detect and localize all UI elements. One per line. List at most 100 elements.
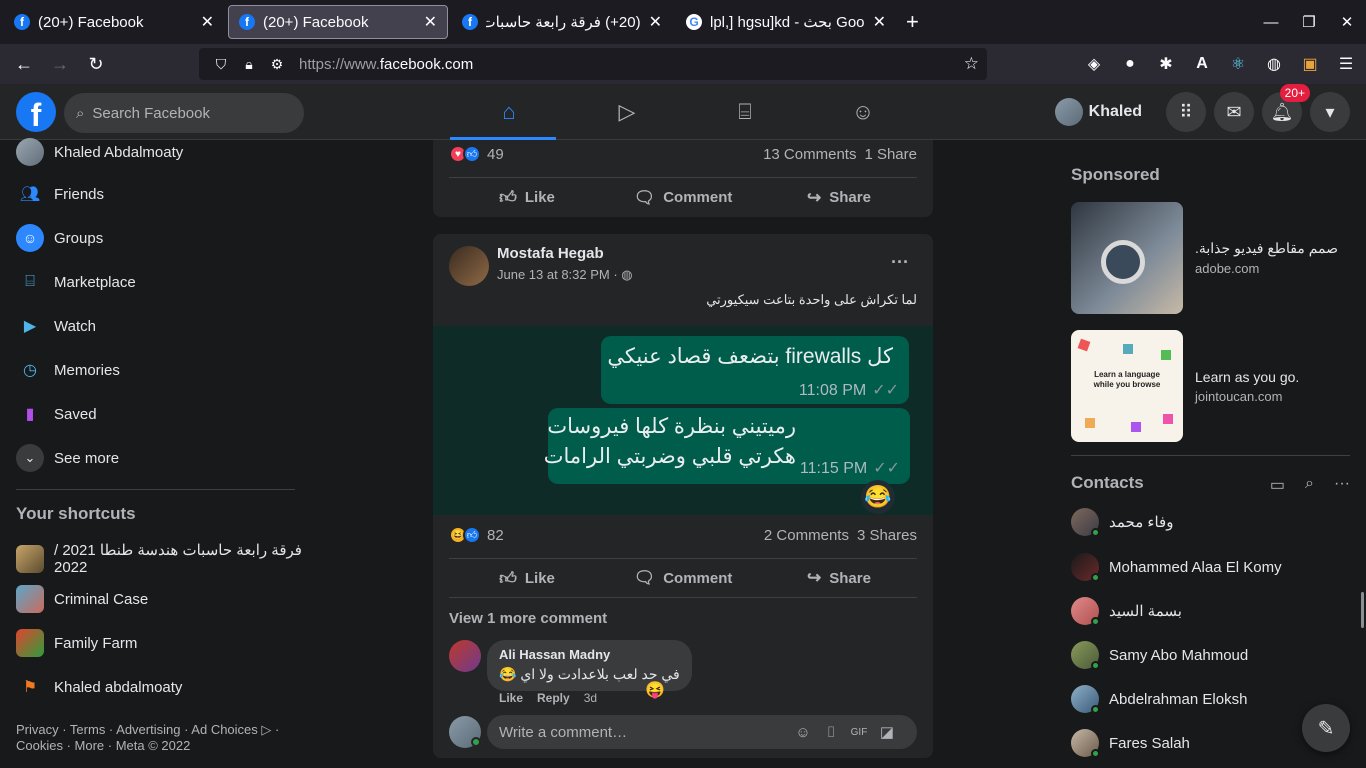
sidebar-item-memories[interactable]: ◷ Memories bbox=[16, 356, 120, 384]
permissions-icon[interactable]: ⚙ bbox=[265, 56, 289, 73]
shortcut-item[interactable]: Family Farm bbox=[16, 629, 137, 657]
reactions-count[interactable]: 82 bbox=[487, 527, 504, 544]
close-icon[interactable]: ✕ bbox=[424, 12, 437, 32]
nav-home[interactable]: ⌂ bbox=[450, 84, 568, 140]
reaction-icons[interactable]: ♥ 👍︎ bbox=[449, 145, 481, 163]
reactions-count[interactable]: 49 bbox=[487, 146, 504, 163]
comment-button[interactable]: 🗨︎ Comment bbox=[605, 559, 761, 597]
sidebar-item-watch[interactable]: ▶ Watch bbox=[16, 312, 96, 340]
gif-icon[interactable]: GIF bbox=[845, 727, 873, 738]
sidebar-item-friends[interactable]: 👥︎ Friends bbox=[16, 180, 104, 208]
comment-box[interactable]: ☺ ⌷ GIF ◪ bbox=[487, 715, 917, 749]
more-options-icon[interactable]: ··· bbox=[891, 252, 909, 273]
reaction-icons[interactable]: 😆 👍︎ bbox=[449, 526, 481, 544]
comment-reaction-icon[interactable]: 😝 bbox=[645, 680, 665, 700]
font-extension-icon[interactable]: A bbox=[1184, 55, 1220, 73]
menu-icon[interactable]: ☰ bbox=[1328, 54, 1364, 74]
maximize-icon[interactable]: ❐ bbox=[1290, 13, 1328, 31]
forward-icon[interactable]: → bbox=[42, 54, 78, 75]
post-actions: 👍︎ Like 🗨︎ Comment ↪ Share bbox=[449, 177, 917, 217]
more-options-icon[interactable]: ··· bbox=[1334, 475, 1350, 495]
new-message-button[interactable]: ✎ bbox=[1302, 704, 1350, 752]
emoji-icon[interactable]: ☺ bbox=[789, 724, 817, 741]
account-icon[interactable]: ● bbox=[1112, 55, 1148, 73]
post-author[interactable]: Mostafa Hegab bbox=[497, 245, 604, 262]
comment-button[interactable]: 🗨︎ Comment bbox=[605, 178, 761, 217]
browser-tab[interactable]: f (20+) فرقة رابعة حاسبات ✕ bbox=[452, 5, 672, 39]
shares-count[interactable]: 3 Shares bbox=[857, 527, 917, 544]
close-icon[interactable]: ✕ bbox=[201, 12, 214, 32]
shortcut-item[interactable]: فرقة رابعة حاسبات هندسة طنطا 2021 / 2022 bbox=[16, 541, 310, 576]
comment-reply-button[interactable]: Reply bbox=[537, 691, 570, 705]
account-button[interactable]: ▾ bbox=[1310, 92, 1350, 132]
new-tab-button[interactable]: + bbox=[906, 9, 919, 35]
browser-tab[interactable]: G lpl,] hgsu]kd - بحث Google ✕ bbox=[676, 5, 896, 39]
like-button[interactable]: 👍︎ Like bbox=[449, 559, 605, 597]
minimize-icon[interactable]: — bbox=[1252, 14, 1290, 31]
like-button[interactable]: 👍︎ Like bbox=[449, 178, 605, 217]
sidebar-item-marketplace[interactable]: ⌸ Marketplace bbox=[16, 268, 136, 296]
color-extension-icon[interactable]: ▣ bbox=[1292, 54, 1328, 74]
post-time[interactable]: June 13 at 8:32 PM · ◍ bbox=[497, 267, 633, 283]
author-avatar[interactable] bbox=[449, 246, 489, 286]
bookmark-star-icon[interactable]: ☆ bbox=[964, 54, 979, 74]
footer-links[interactable]: Privacy · Terms · Advertising · Ad Choic… bbox=[16, 722, 306, 754]
shortcut-item[interactable]: ⚑ Khaled abdalmoaty bbox=[16, 673, 183, 701]
contact-item[interactable]: Abdelrahman Eloksh bbox=[1071, 685, 1247, 714]
globe-icon[interactable]: ◍ bbox=[1256, 54, 1292, 74]
url-bar[interactable]: ⛉ 🔒︎ ⚙ https://www.facebook.com ☆ bbox=[199, 48, 987, 80]
camera-icon[interactable]: ⌷ bbox=[817, 724, 845, 741]
ad-item[interactable]: صمم مقاطع فيديو جذابة. adobe.com bbox=[1071, 202, 1351, 314]
comments-count[interactable]: 2 Comments bbox=[764, 527, 849, 544]
sidebar-item-profile[interactable]: Khaled Abdalmoaty bbox=[16, 138, 183, 166]
contact-item[interactable]: بسمة السيد bbox=[1071, 597, 1182, 626]
nav-groups[interactable]: ☺ bbox=[804, 84, 922, 140]
shortcut-item[interactable]: Criminal Case bbox=[16, 585, 148, 613]
nav-marketplace[interactable]: ⌸ bbox=[686, 84, 804, 140]
close-icon[interactable]: ✕ bbox=[649, 12, 662, 32]
comments-count[interactable]: 13 Comments bbox=[763, 146, 856, 163]
profile-chip[interactable]: Khaled bbox=[1054, 98, 1142, 126]
lock-icon[interactable]: 🔒︎ bbox=[237, 56, 261, 73]
comment-like-button[interactable]: Like bbox=[499, 691, 523, 705]
contact-item[interactable]: Mohammed Alaa El Komy bbox=[1071, 553, 1282, 582]
browser-tab[interactable]: f (20+) Facebook ✕ bbox=[4, 5, 224, 39]
shield-icon[interactable]: ⛉ bbox=[209, 56, 233, 73]
menu-button[interactable]: ⠿ bbox=[1166, 92, 1206, 132]
extension-icon[interactable]: ✱ bbox=[1148, 54, 1184, 74]
video-call-icon[interactable]: ▭ bbox=[1270, 475, 1285, 495]
commenter-avatar[interactable] bbox=[449, 640, 481, 672]
sidebar-see-more[interactable]: ⌄ See more bbox=[16, 444, 119, 472]
react-devtools-icon[interactable]: ⚛ bbox=[1220, 54, 1256, 74]
pocket-icon[interactable]: ◈ bbox=[1076, 54, 1112, 74]
friends-icon: 👥︎ bbox=[19, 186, 41, 203]
close-icon[interactable]: ✕ bbox=[873, 12, 886, 32]
contact-item[interactable]: Samy Abo Mahmoud bbox=[1071, 641, 1248, 670]
comment-author[interactable]: Ali Hassan Madny bbox=[499, 647, 680, 662]
messenger-button[interactable]: ✉ bbox=[1214, 92, 1254, 132]
close-window-icon[interactable]: ✕ bbox=[1328, 13, 1366, 31]
share-button[interactable]: ↪ Share bbox=[761, 559, 917, 597]
nav-watch[interactable]: ▷ bbox=[568, 84, 686, 140]
sidebar-item-groups[interactable]: ☺ Groups bbox=[16, 224, 103, 252]
comment-input[interactable] bbox=[499, 723, 789, 741]
search-icon[interactable]: ⌕ bbox=[1305, 475, 1314, 495]
contact-item[interactable]: Fares Salah bbox=[1071, 729, 1190, 758]
notifications-button[interactable]: 🔔︎ 20+ bbox=[1262, 84, 1310, 132]
view-more-comments[interactable]: View 1 more comment bbox=[449, 610, 607, 627]
ad-item[interactable]: Learn a language while you browse Learn … bbox=[1071, 330, 1351, 442]
shares-count[interactable]: 1 Share bbox=[864, 146, 917, 163]
tab-title: (20+) Facebook bbox=[38, 13, 144, 31]
sticker-icon[interactable]: ◪ bbox=[873, 723, 901, 741]
browser-tab-active[interactable]: f (20+) Facebook ✕ bbox=[228, 5, 448, 39]
search-input[interactable] bbox=[92, 104, 283, 122]
search-box[interactable]: ⌕ bbox=[64, 93, 304, 133]
reload-icon[interactable]: ↻ bbox=[78, 54, 114, 75]
share-button[interactable]: ↪ Share bbox=[761, 178, 917, 217]
post-image[interactable]: كل firewalls بتضعف قصاد عنيكي 11:08 PM ✓✓… bbox=[433, 326, 933, 515]
contact-item[interactable]: وفاء محمد bbox=[1071, 508, 1173, 537]
sidebar-item-saved[interactable]: ▮ Saved bbox=[16, 400, 97, 428]
back-icon[interactable]: ← bbox=[6, 54, 42, 75]
scrollbar-thumb[interactable] bbox=[1361, 592, 1364, 628]
facebook-logo[interactable]: f bbox=[16, 92, 56, 133]
